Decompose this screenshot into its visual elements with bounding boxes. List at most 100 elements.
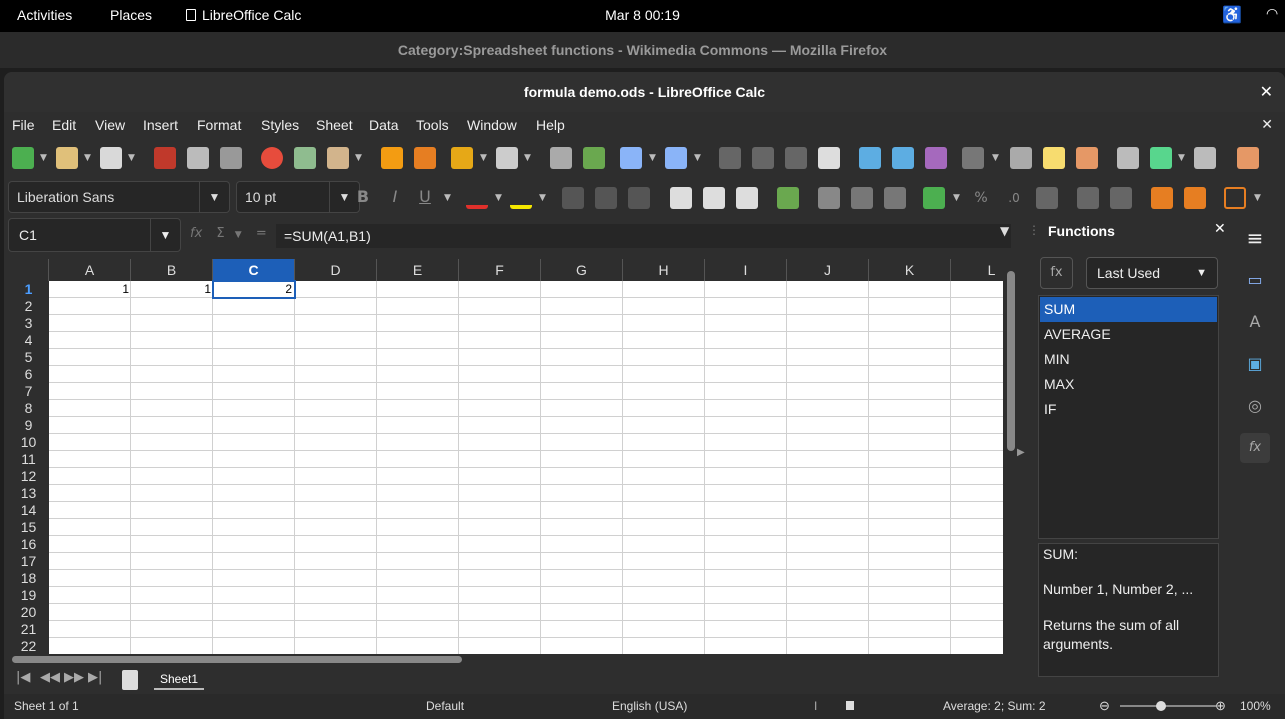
column-header-a[interactable]: A bbox=[49, 259, 131, 281]
row-header-6[interactable]: 6 bbox=[8, 366, 49, 383]
redo-icon[interactable] bbox=[496, 147, 518, 169]
align-top-icon[interactable] bbox=[670, 187, 692, 209]
center-vertically-icon[interactable] bbox=[703, 187, 725, 209]
align-bottom-icon[interactable] bbox=[736, 187, 758, 209]
row-header-20[interactable]: 20 bbox=[8, 604, 49, 621]
column-header-b[interactable]: B bbox=[131, 259, 213, 281]
window-close-button[interactable]: ✕ bbox=[1260, 72, 1273, 112]
column-header-k[interactable]: K bbox=[869, 259, 951, 281]
sheet-position[interactable]: Sheet 1 of 1 bbox=[14, 694, 79, 718]
menu-format[interactable]: Format bbox=[197, 117, 241, 133]
export-pdf-icon[interactable] bbox=[154, 147, 176, 169]
merge-cells-icon[interactable] bbox=[851, 187, 873, 209]
find-replace-icon[interactable] bbox=[550, 147, 572, 169]
freeze-rows-icon[interactable] bbox=[1150, 147, 1172, 169]
sum-icon[interactable]: Σ bbox=[216, 226, 224, 241]
sort-ascending-icon[interactable] bbox=[752, 147, 774, 169]
undo-dropdown-icon[interactable]: ▼ bbox=[480, 147, 488, 169]
define-print-area-icon[interactable] bbox=[1117, 147, 1139, 169]
functions-deck-icon[interactable]: fx bbox=[1240, 433, 1270, 463]
row-dropdown-icon[interactable]: ▼ bbox=[649, 147, 657, 169]
print-icon[interactable] bbox=[187, 147, 209, 169]
function-item-min[interactable]: MIN bbox=[1040, 347, 1217, 372]
borders-icon[interactable] bbox=[1224, 187, 1246, 209]
drag-handle-icon[interactable]: ⋮ bbox=[1028, 223, 1040, 237]
new-document-icon[interactable] bbox=[12, 147, 34, 169]
row-header-17[interactable]: 17 bbox=[8, 553, 49, 570]
menu-sheet[interactable]: Sheet bbox=[316, 117, 353, 133]
row-header-4[interactable]: 4 bbox=[8, 332, 49, 349]
places-menu[interactable]: Places bbox=[110, 7, 152, 23]
hamburger-menu-icon[interactable]: ≡ bbox=[1240, 223, 1270, 253]
chevron-down-icon[interactable]: ▼ bbox=[1196, 258, 1207, 288]
percent-format-icon[interactable]: % bbox=[970, 187, 992, 209]
special-character-dropdown-icon[interactable]: ▼ bbox=[992, 147, 1000, 169]
row-header-1[interactable]: 1 bbox=[8, 281, 49, 298]
open-folder-icon[interactable] bbox=[56, 147, 78, 169]
column-header-l[interactable]: L bbox=[951, 259, 1003, 281]
row-header-11[interactable]: 11 bbox=[8, 451, 49, 468]
row-header-12[interactable]: 12 bbox=[8, 468, 49, 485]
autofilter-icon[interactable] bbox=[818, 147, 840, 169]
sheet-tab[interactable]: Sheet1 bbox=[154, 668, 204, 690]
function-wizard-icon[interactable]: fx bbox=[190, 226, 202, 241]
chevron-down-icon[interactable]: ▼ bbox=[150, 219, 180, 251]
increase-indent-icon[interactable] bbox=[1151, 187, 1173, 209]
insert-function-icon[interactable]: fx bbox=[1040, 257, 1073, 289]
paste-icon[interactable] bbox=[327, 147, 349, 169]
row-header-16[interactable]: 16 bbox=[8, 536, 49, 553]
background-window-title[interactable]: Category:Spreadsheet functions - Wikimed… bbox=[0, 32, 1285, 68]
cell-area[interactable]: 1 1 2 bbox=[49, 280, 1003, 654]
zoom-slider[interactable] bbox=[1120, 705, 1216, 707]
function-item-if[interactable]: IF bbox=[1040, 397, 1217, 422]
paste-dropdown-icon[interactable]: ▼ bbox=[355, 147, 363, 169]
show-draw-functions-icon[interactable] bbox=[1237, 147, 1259, 169]
column-header-f[interactable]: F bbox=[459, 259, 541, 281]
row-header-2[interactable]: 2 bbox=[8, 298, 49, 315]
menu-styles[interactable]: Styles bbox=[261, 117, 299, 133]
language[interactable]: English (USA) bbox=[612, 694, 687, 718]
open-dropdown-icon[interactable]: ▼ bbox=[84, 147, 92, 169]
font-name-combo[interactable]: Liberation Sans ▼ bbox=[8, 181, 230, 213]
properties-icon[interactable]: ▭ bbox=[1240, 265, 1270, 295]
column-dropdown-icon[interactable]: ▼ bbox=[694, 147, 702, 169]
headers-footers-icon[interactable] bbox=[1076, 147, 1098, 169]
cell-c1-selected[interactable]: 2 bbox=[212, 280, 296, 299]
selection-mode-icon[interactable]: I bbox=[814, 694, 817, 718]
column-icon[interactable] bbox=[665, 147, 687, 169]
cut-icon[interactable] bbox=[261, 147, 283, 169]
column-header-d[interactable]: D bbox=[295, 259, 377, 281]
column-header-c[interactable]: C bbox=[213, 259, 295, 281]
row-header-7[interactable]: 7 bbox=[8, 383, 49, 400]
select-all-corner[interactable] bbox=[8, 259, 49, 281]
row-header-22[interactable]: 22 bbox=[8, 638, 49, 654]
previous-sheet-icon[interactable]: ◀◀ bbox=[40, 670, 60, 685]
formula-input[interactable]: =SUM(A1,B1) bbox=[276, 224, 1011, 248]
menu-window[interactable]: Window bbox=[467, 117, 517, 133]
menu-data[interactable]: Data bbox=[369, 117, 399, 133]
chevron-down-icon[interactable]: ▼ bbox=[199, 182, 229, 212]
merge-center-icon[interactable] bbox=[818, 187, 840, 209]
add-sheet-icon[interactable] bbox=[122, 670, 138, 690]
last-sheet-icon[interactable]: ▶| bbox=[88, 670, 102, 685]
zoom-in-icon[interactable]: ⊕ bbox=[1215, 694, 1226, 718]
add-decimal-icon[interactable] bbox=[1077, 187, 1099, 209]
zoom-slider-handle[interactable] bbox=[1156, 701, 1166, 711]
row-header-19[interactable]: 19 bbox=[8, 587, 49, 604]
freeze-dropdown-icon[interactable]: ▼ bbox=[1178, 147, 1186, 169]
zoom-level[interactable]: 100% bbox=[1240, 694, 1271, 718]
special-character-icon[interactable] bbox=[962, 147, 984, 169]
align-left-icon[interactable] bbox=[562, 187, 584, 209]
highlight-color-icon[interactable] bbox=[510, 187, 532, 209]
cell-b1[interactable]: 1 bbox=[131, 281, 213, 298]
italic-icon[interactable]: I bbox=[384, 187, 406, 209]
insert-chart-icon[interactable] bbox=[892, 147, 914, 169]
delete-decimal-icon[interactable] bbox=[1110, 187, 1132, 209]
align-center-icon[interactable] bbox=[595, 187, 617, 209]
sort-icon[interactable] bbox=[719, 147, 741, 169]
clear-formatting-icon[interactable] bbox=[414, 147, 436, 169]
wifi-icon[interactable]: ◠ bbox=[1266, 5, 1278, 22]
row-header-13[interactable]: 13 bbox=[8, 485, 49, 502]
pivot-table-icon[interactable] bbox=[925, 147, 947, 169]
align-right-icon[interactable] bbox=[628, 187, 650, 209]
